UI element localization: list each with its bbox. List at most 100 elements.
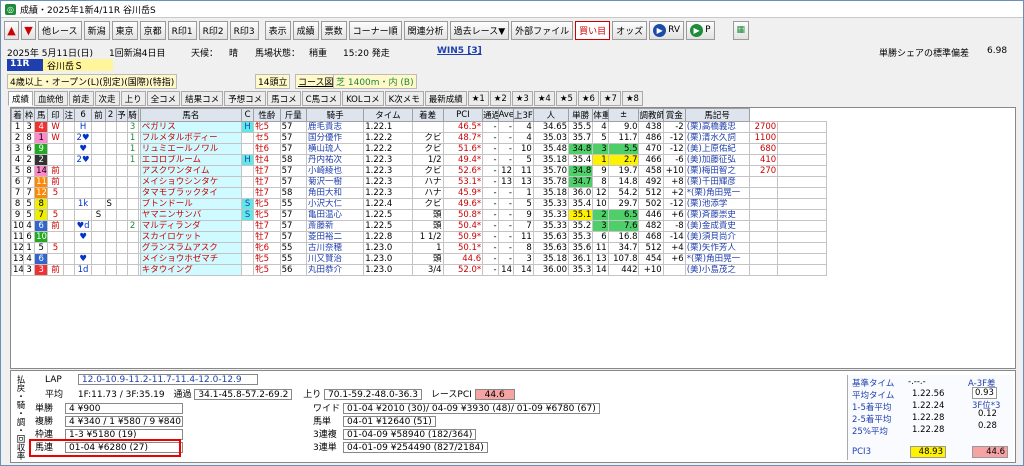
cell: (美)金成貴史 — [684, 220, 750, 232]
col-header-28[interactable]: 馬記号 — [684, 108, 750, 122]
col-header-15[interactable]: 騎手 — [305, 108, 365, 122]
tab-13[interactable]: ★1 — [467, 91, 489, 106]
table-row[interactable]: 13 4 6 ♥ メイショウホゼマチ 牝5 55 川又賢治 1.23.0 頭 44.6- -3 35.1… — [11, 253, 827, 265]
p-button[interactable]: ▶ P — [686, 20, 715, 40]
tab-7[interactable]: 予想コメ — [224, 91, 267, 106]
tab-15[interactable]: ★3 — [511, 91, 533, 106]
tab-11[interactable]: K次メモ — [384, 91, 424, 106]
col-header-7[interactable]: 2 — [104, 108, 117, 122]
rmark2-button[interactable]: R印2 — [198, 20, 228, 40]
cell: 49.6* — [442, 198, 484, 210]
cell: S — [241, 198, 255, 210]
col-header-11[interactable]: 馬名 — [139, 108, 243, 122]
tab-1[interactable]: 血統他 — [34, 91, 68, 106]
external-file-button[interactable]: 外部ファイル — [511, 20, 574, 40]
cell: 2♥ — [73, 154, 93, 166]
table-row[interactable]: 6 7 11 前メイショウシンタケ 牡7 57 菊沢一樹 1.22.3 ハナ 53.1* -13 13… — [11, 176, 827, 188]
col-header-27[interactable]: 賞金 — [662, 108, 686, 122]
col-header-4[interactable]: 注 — [62, 108, 75, 122]
table-row[interactable]: 11 6 10 ♥ スカイロケット 牡7 57 菱田裕二 1.22.8 1 1/2 50.9* - -1… — [11, 231, 827, 243]
bet-button[interactable]: 買い目 — [575, 20, 611, 40]
table-row[interactable]: 3 6 9 ♥ 1 リュミエールノワル 牡6 57 横山琉人 1.22.2 クビ 51.6* - -10 3… — [11, 143, 827, 155]
cell: 57 — [279, 231, 307, 243]
table-row[interactable]: 8 5 8 1k S ブトンドール S 牝5 55 小沢大仁 1.22.4 クビ 49.6* - -5 35.… — [11, 198, 827, 210]
col-header-26[interactable]: 調教師 — [638, 108, 664, 122]
table-row[interactable]: 1 3 4 W H 3 ペガリス H 牝5 57 鹿毛貴志 1.22.1 46.5* - -4 34.65 35… — [11, 121, 827, 133]
tab-9[interactable]: C馬コメ — [301, 91, 342, 106]
tab-4[interactable]: 上り — [120, 91, 146, 106]
tab-20[interactable]: ★8 — [621, 91, 643, 106]
venue-kyoto-button[interactable]: 京都 — [139, 20, 166, 40]
down-arrow-icon[interactable]: ▼ — [21, 20, 36, 40]
col-header-19[interactable]: 通過順位 — [482, 108, 499, 122]
col-header-24[interactable]: 体重 — [592, 108, 609, 122]
venue-niigata-button[interactable]: 新潟 — [83, 20, 110, 40]
tab-16[interactable]: ★4 — [533, 91, 555, 106]
table-row[interactable]: 2 8 1 W 2♥ 1 フルメタルボディー セ5 57 国分優作 1.22.2 クビ 48.7* - -4… — [11, 132, 827, 144]
col-header-23[interactable]: 単勝 — [568, 108, 594, 122]
table-row[interactable]: 9 5 7 5 S ヤマニンサンバ S 牝5 57 亀田温心 1.22.5 頭 50.8* - -9 35.3… — [11, 209, 827, 221]
tab-2[interactable]: 前走 — [68, 91, 94, 106]
col-header-3[interactable]: 印 — [47, 108, 64, 122]
results-button[interactable]: 成績 — [292, 20, 319, 40]
rv-button[interactable]: ▶ RV — [649, 20, 685, 40]
cell — [748, 176, 779, 188]
grid-icon[interactable]: ▦ — [732, 20, 750, 40]
win5-link[interactable]: WIN5 [3] — [437, 46, 482, 56]
col-header-5[interactable]: 6 — [73, 108, 93, 122]
col-header-9[interactable]: 騎 — [126, 108, 139, 122]
tab-18[interactable]: ★6 — [577, 91, 599, 106]
cell — [104, 154, 117, 166]
cell: 35.2 — [568, 220, 594, 232]
col-header-8[interactable]: 予 — [115, 108, 128, 122]
cell: 8 — [23, 165, 36, 177]
col-header-13[interactable]: 性齢 — [253, 108, 281, 122]
corner-order-button[interactable]: コーナー順 — [348, 20, 402, 40]
tab-10[interactable]: KOLコメ — [342, 91, 384, 106]
up-arrow-icon[interactable]: ▲ — [4, 20, 19, 40]
cell — [126, 242, 139, 254]
tab-6[interactable]: 結果コメ — [181, 91, 224, 106]
table-row[interactable]: 5 8 14 前アスクワンタイム 牡7 57 小崎綾也 1.22.3 クビ 52.6* -12 11 3… — [11, 165, 827, 177]
table-row[interactable]: 4 2 2 2♥ 1 エコロブルーム H 牡4 58 丹内祐次 1.22.3 1/2 49.4* - -5 3… — [11, 154, 827, 166]
col-header-20[interactable]: Ave-3F — [497, 108, 514, 122]
col-header-6[interactable]: 前 — [91, 108, 106, 122]
other-race-button[interactable]: 他レース — [38, 20, 82, 40]
col-header-17[interactable]: 着差 — [411, 108, 444, 122]
tab-19[interactable]: ★7 — [599, 91, 621, 106]
col-header-16[interactable]: タイム — [363, 108, 413, 122]
col-header-22[interactable]: 人 — [532, 108, 570, 122]
col-header-21[interactable]: 上3F — [512, 108, 534, 122]
tab-3[interactable]: 次走 — [94, 91, 120, 106]
rmark3-button[interactable]: R印3 — [229, 20, 259, 40]
rmark1-button[interactable]: R印1 — [167, 20, 197, 40]
col-header-18[interactable]: PCI — [442, 108, 484, 122]
tab-5[interactable]: 全コメ — [146, 91, 181, 106]
venue-tokyo-button[interactable]: 東京 — [111, 20, 138, 40]
col-header-2[interactable]: 馬 — [34, 108, 49, 122]
tab-0[interactable]: 成績 — [8, 91, 34, 106]
cell: 牝5 — [253, 264, 281, 276]
col-header-25[interactable]: ± — [607, 108, 640, 122]
table-row[interactable]: 14 3 3 前 1d キタウイング 牝5 56 丸田恭介 1.23.0 3/4 52.0* -14 14… — [11, 264, 827, 276]
tab-8[interactable]: 馬コメ — [267, 91, 301, 106]
table-row[interactable]: 12 1 5 5 グランスラムアスク 牝6 55 古川奈穂 1.23.0 1 50.1* - -8 35.… — [11, 242, 827, 254]
tab-17[interactable]: ★5 — [555, 91, 577, 106]
related-analysis-button[interactable]: 関連分析 — [403, 20, 448, 40]
col-header-14[interactable]: 斤量 — [279, 108, 307, 122]
table-row[interactable]: 7 7 12 5 タマモブラックタイ 牡7 58 角田大和 1.22.3 ハナ 45.9* - -1 35… — [11, 187, 827, 199]
table-row[interactable]: 10 4 6 前 ♥d 2 マルディランダ 牡7 57 斎藤新 1.22.5 頭 50.4* - -7 35.… — [11, 220, 827, 232]
display-button[interactable]: 表示 — [264, 20, 291, 40]
cell: -12 — [662, 198, 686, 210]
cell: 454 — [638, 253, 664, 265]
past-race-button[interactable]: 過去レース▼ — [449, 20, 510, 40]
votes-button[interactable]: 票数 — [320, 20, 347, 40]
odds-button[interactable]: オッズ — [612, 20, 648, 40]
col-header-0[interactable]: 着 — [11, 108, 25, 122]
col-header-1[interactable]: 枠 — [23, 108, 36, 122]
tab-12[interactable]: 最新成績 — [424, 91, 467, 106]
col-header-12[interactable]: C — [241, 108, 255, 122]
tab-14[interactable]: ★2 — [489, 91, 511, 106]
course-map-link[interactable]: コース図 — [295, 74, 337, 89]
cell: 9 — [34, 143, 49, 155]
